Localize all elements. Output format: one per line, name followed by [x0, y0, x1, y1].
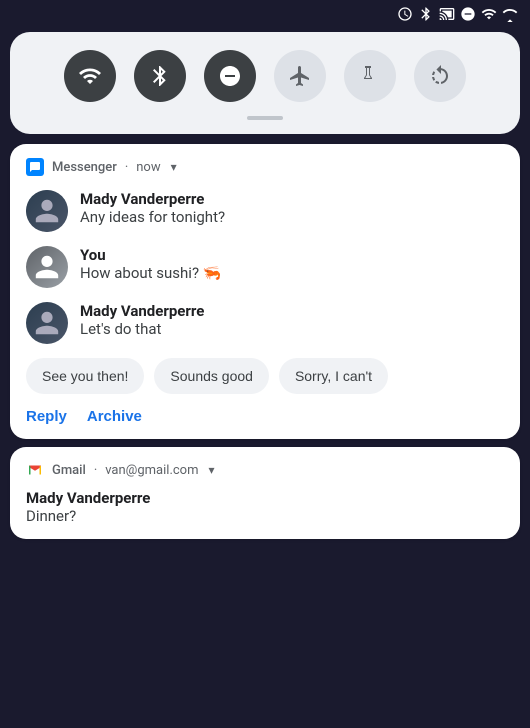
quick-replies: See you then! Sounds good Sorry, I can't	[26, 358, 504, 394]
message-text-1: Any ideas for tonight?	[80, 208, 225, 228]
notif-actions: Reply Archive	[26, 408, 504, 425]
alarm-icon	[397, 6, 413, 22]
messenger-notif-header: Messenger · now ▾	[26, 158, 504, 176]
messenger-notification: Messenger · now ▾ Mady Vanderperre Any i…	[10, 144, 520, 439]
avatar-mady-1	[26, 190, 68, 232]
reply-button[interactable]: Reply	[26, 408, 67, 425]
avatar-you	[26, 246, 68, 288]
wifi-qs-icon	[78, 64, 102, 88]
gmail-icon	[26, 461, 44, 479]
sender-name-3: Mady Vanderperre	[80, 302, 204, 320]
gmail-notif-header: Gmail · van@gmail.com ▾	[26, 461, 504, 479]
bluetooth-toggle[interactable]	[134, 50, 186, 102]
flashlight-toggle[interactable]	[344, 50, 396, 102]
sender-name-1: Mady Vanderperre	[80, 190, 225, 208]
dnd-qs-icon	[218, 64, 242, 88]
messenger-time: ·	[125, 160, 128, 175]
gmail-sender: Mady Vanderperre	[26, 489, 504, 507]
quick-reply-sounds-good[interactable]: Sounds good	[154, 358, 269, 394]
gmail-notification: Gmail · van@gmail.com ▾ Mady Vanderperre…	[10, 447, 520, 539]
messenger-app-icon	[26, 158, 44, 176]
bluetooth-qs-icon	[148, 64, 172, 88]
bottom-handle	[247, 116, 283, 120]
rotate-toggle[interactable]	[414, 50, 466, 102]
gmail-account: van@gmail.com	[105, 463, 198, 478]
rotate-icon	[428, 64, 452, 88]
message-row-1: Mady Vanderperre Any ideas for tonight?	[26, 190, 504, 232]
gmail-subject: Dinner?	[26, 507, 504, 525]
dnd-toggle[interactable]	[204, 50, 256, 102]
archive-button[interactable]: Archive	[87, 408, 142, 425]
status-icons	[397, 6, 518, 22]
dnd-icon	[460, 6, 476, 22]
messenger-timestamp: now	[136, 160, 160, 175]
signal-icon	[502, 6, 518, 22]
wifi-toggle[interactable]	[64, 50, 116, 102]
status-bar	[0, 0, 530, 28]
message-text-3: Let's do that	[80, 320, 204, 340]
message-content-2: You How about sushi? 🦐	[80, 246, 221, 284]
quick-reply-sorry[interactable]: Sorry, I can't	[279, 358, 388, 394]
gmail-dropdown-icon[interactable]: ▾	[209, 463, 215, 477]
messenger-icon	[29, 161, 41, 173]
message-row-2: You How about sushi? 🦐	[26, 246, 504, 288]
person-icon-1	[33, 197, 61, 225]
quick-settings-panel	[10, 32, 520, 134]
airplane-toggle[interactable]	[274, 50, 326, 102]
message-content-3: Mady Vanderperre Let's do that	[80, 302, 204, 340]
flashlight-icon	[358, 64, 382, 88]
message-row-3: Mady Vanderperre Let's do that	[26, 302, 504, 344]
person-icon-you	[33, 253, 61, 281]
message-text-2: How about sushi? 🦐	[80, 264, 221, 284]
gmail-app-name: Gmail	[52, 463, 86, 478]
bluetooth-icon	[418, 6, 434, 22]
avatar-mady-2	[26, 302, 68, 344]
message-content-1: Mady Vanderperre Any ideas for tonight?	[80, 190, 225, 228]
quick-reply-see-you[interactable]: See you then!	[26, 358, 144, 394]
wifi-icon	[481, 6, 497, 22]
sender-name-2: You	[80, 246, 221, 264]
cast-icon	[439, 6, 455, 22]
airplane-icon	[288, 64, 312, 88]
person-icon-3	[33, 309, 61, 337]
messenger-app-name: Messenger	[52, 160, 117, 175]
notifications-area: Messenger · now ▾ Mady Vanderperre Any i…	[0, 144, 530, 539]
quick-settings-buttons	[30, 50, 500, 102]
notif-dropdown-icon[interactable]: ▾	[171, 160, 177, 174]
